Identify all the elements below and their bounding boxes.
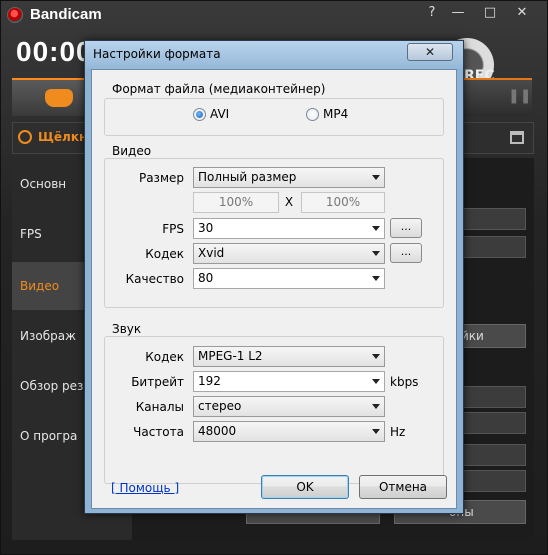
dialog-titlebar: Настройки формата ✕ — [85, 41, 463, 69]
close-app-button[interactable]: ✕ — [511, 3, 533, 23]
chevron-down-icon — [372, 226, 380, 231]
help-button[interactable]: ? — [421, 3, 443, 23]
channels-value: стерео — [198, 399, 242, 413]
container-group — [104, 98, 444, 136]
background-field[interactable] — [460, 386, 526, 408]
times-label: X — [284, 195, 294, 209]
chevron-down-icon — [372, 429, 380, 434]
radio-avi[interactable] — [193, 108, 206, 121]
bandicam-logo-icon — [7, 7, 23, 23]
dialog-title: Настройки формата — [93, 47, 221, 61]
search-label[interactable]: Щёлкн — [38, 130, 87, 144]
gamepad-icon — [45, 89, 73, 107]
cancel-button[interactable]: Отмена — [359, 475, 447, 499]
background-field[interactable] — [460, 208, 526, 230]
audio-codec-select[interactable]: MPEG-1 L2 — [193, 346, 385, 367]
container-legend: Формат файла (медиаконтейнер) — [109, 82, 329, 96]
fps-input[interactable]: 30 — [193, 218, 385, 239]
window-icon[interactable] — [510, 131, 524, 144]
minimize-button[interactable]: — — [447, 3, 469, 23]
bitrate-select[interactable]: 192 — [193, 371, 385, 392]
video-codec-value: Xvid — [198, 246, 225, 260]
background-field[interactable] — [460, 412, 526, 434]
audio-codec-value: MPEG-1 L2 — [198, 349, 263, 363]
frequency-unit: Hz — [390, 425, 406, 439]
size-label: Размер — [138, 171, 184, 185]
audio-legend: Звук — [109, 322, 145, 336]
close-icon[interactable]: ✕ — [407, 43, 453, 61]
bitrate-label: Битрейт — [131, 375, 184, 389]
frequency-label: Частота — [133, 425, 184, 439]
maximize-button[interactable]: □ — [479, 3, 501, 23]
frequency-select[interactable]: 48000 — [193, 421, 385, 442]
codec-options-button[interactable]: ... — [390, 243, 422, 263]
chevron-down-icon — [372, 276, 380, 281]
background-field[interactable] — [460, 236, 526, 258]
chevron-down-icon — [372, 175, 380, 180]
video-codec-select[interactable]: Xvid — [193, 243, 385, 264]
background-field[interactable] — [460, 470, 526, 492]
radio-mp4[interactable] — [306, 108, 319, 121]
bitrate-value: 192 — [198, 374, 221, 388]
format-settings-dialog: Настройки формата ✕ Формат файла (медиак… — [84, 40, 464, 514]
video-codec-label: Кодек — [145, 247, 184, 261]
chevron-down-icon — [372, 379, 380, 384]
search-icon — [18, 130, 32, 144]
frequency-value: 48000 — [198, 424, 237, 438]
radio-mp4-label[interactable]: MP4 — [323, 107, 348, 121]
quality-input[interactable]: 80 — [193, 268, 385, 289]
channels-select[interactable]: стерео — [193, 396, 385, 417]
help-link[interactable]: [ Помощь ] — [111, 481, 179, 495]
dialog-body: Формат файла (медиаконтейнер) AVI MP4 Ви… — [91, 69, 457, 509]
audio-codec-label: Кодек — [145, 350, 184, 364]
ok-button[interactable]: OK — [261, 475, 349, 499]
video-legend: Видео — [109, 144, 155, 158]
record-timer: 00:00 — [16, 36, 93, 67]
height-percent-field[interactable]: 100% — [301, 192, 385, 213]
chevron-down-icon — [372, 404, 380, 409]
channels-label: Каналы — [135, 400, 184, 414]
fps-value: 30 — [198, 221, 214, 235]
radio-avi-label[interactable]: AVI — [210, 107, 229, 121]
size-select[interactable]: Полный размер — [193, 167, 385, 188]
app-title: Bandicam — [30, 6, 102, 23]
chevron-down-icon — [372, 251, 380, 256]
size-value: Полный размер — [198, 170, 297, 184]
quality-value: 80 — [198, 271, 214, 285]
fps-label: FPS — [162, 222, 184, 236]
pause-icon[interactable]: ❚❚ — [508, 88, 531, 108]
width-percent-field[interactable]: 100% — [193, 192, 279, 213]
bitrate-unit: kbps — [390, 375, 419, 389]
fps-options-button[interactable]: ... — [390, 218, 422, 238]
chevron-down-icon — [372, 354, 380, 359]
background-field[interactable] — [460, 444, 526, 466]
quality-label: Качество — [125, 272, 184, 286]
